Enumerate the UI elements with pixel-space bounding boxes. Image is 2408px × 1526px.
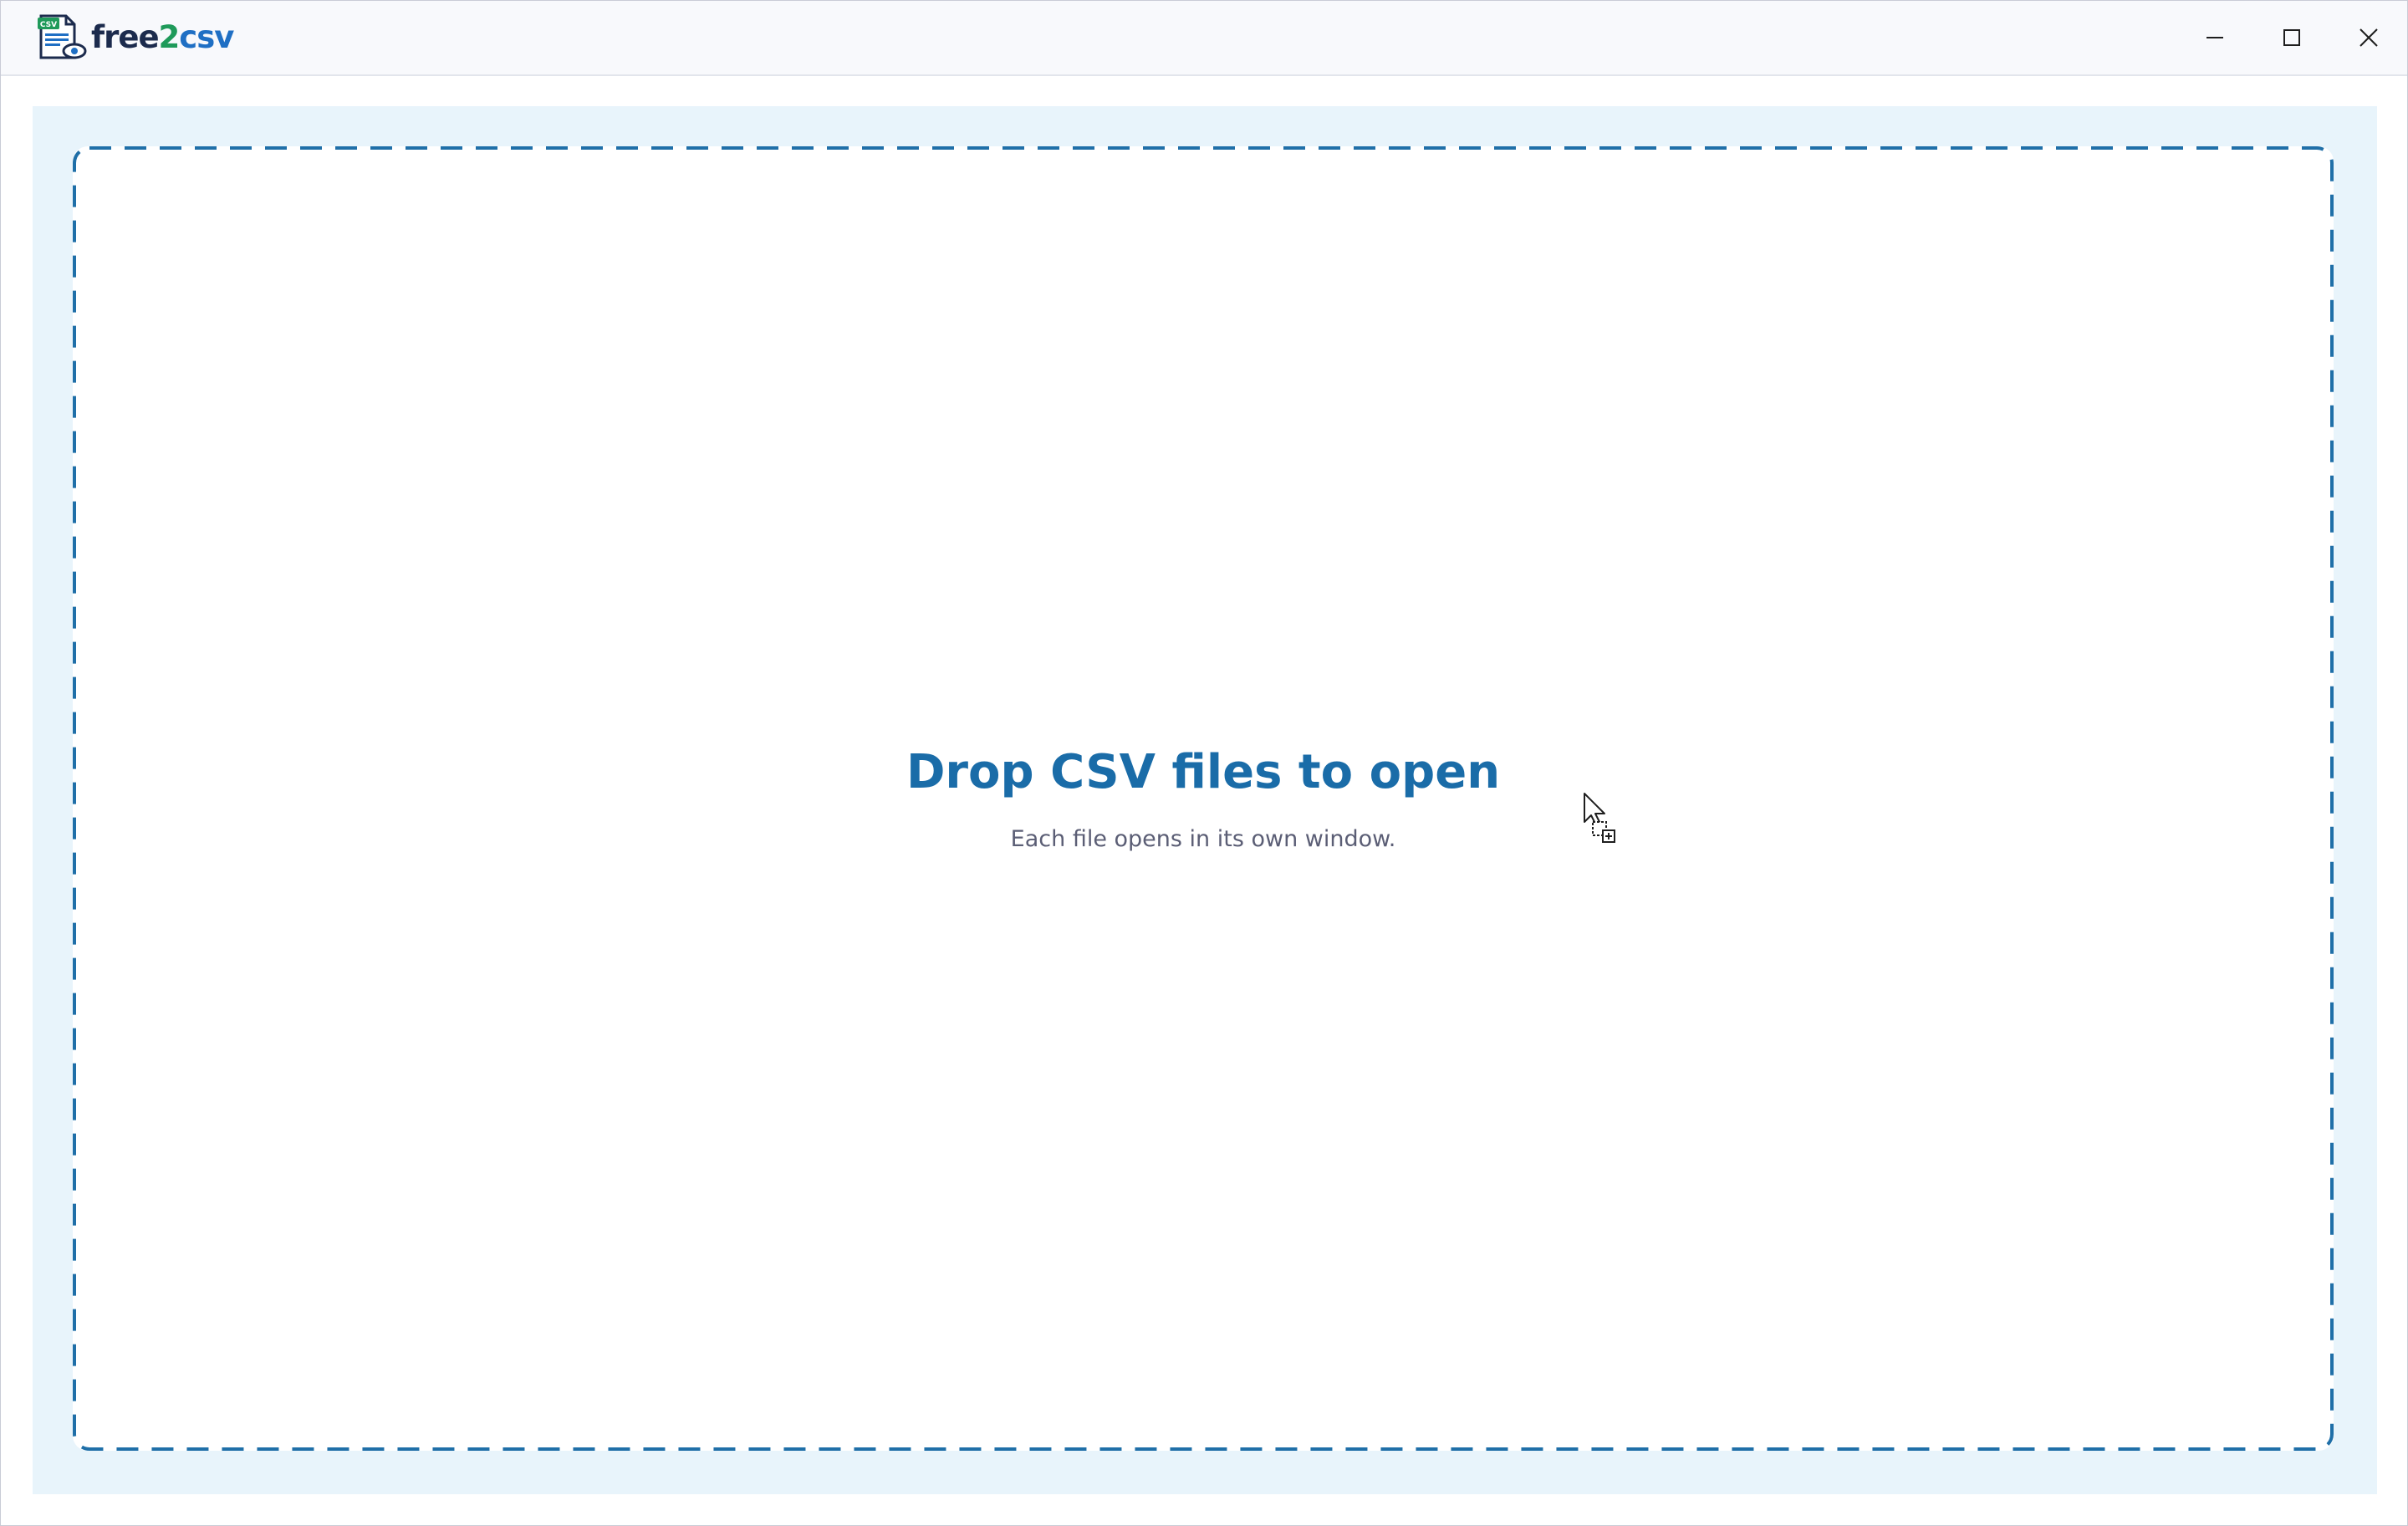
app-logo-text: free2csv bbox=[91, 13, 234, 63]
csv-badge-text: CSV bbox=[40, 21, 57, 29]
drop-zone[interactable]: Drop CSV files to open Each file opens i… bbox=[73, 146, 2334, 1451]
drop-zone-title: Drop CSV files to open bbox=[906, 745, 1501, 799]
logo-text-csv: csv bbox=[179, 19, 234, 55]
minimize-button[interactable] bbox=[2176, 1, 2253, 74]
drop-zone-subtitle: Each file opens in its own window. bbox=[1010, 826, 1396, 852]
csv-file-eye-icon: CSV bbox=[36, 13, 88, 63]
maximize-button[interactable] bbox=[2253, 1, 2330, 74]
minimize-icon bbox=[2206, 37, 2223, 38]
logo-text-free: free bbox=[91, 19, 160, 55]
drop-panel: Drop CSV files to open Each file opens i… bbox=[33, 106, 2377, 1494]
logo-text-two: 2 bbox=[158, 19, 181, 55]
maximize-icon bbox=[2283, 29, 2300, 46]
app-window: CSV free2csv Drop CSV files to open Each… bbox=[0, 0, 2408, 1526]
close-button[interactable] bbox=[2330, 1, 2407, 74]
window-controls bbox=[2176, 1, 2407, 74]
drag-copy-cursor-icon bbox=[1583, 792, 1620, 847]
app-logo: CSV free2csv bbox=[36, 13, 234, 63]
close-icon bbox=[2360, 28, 2378, 47]
title-bar[interactable]: CSV free2csv bbox=[1, 1, 2407, 76]
